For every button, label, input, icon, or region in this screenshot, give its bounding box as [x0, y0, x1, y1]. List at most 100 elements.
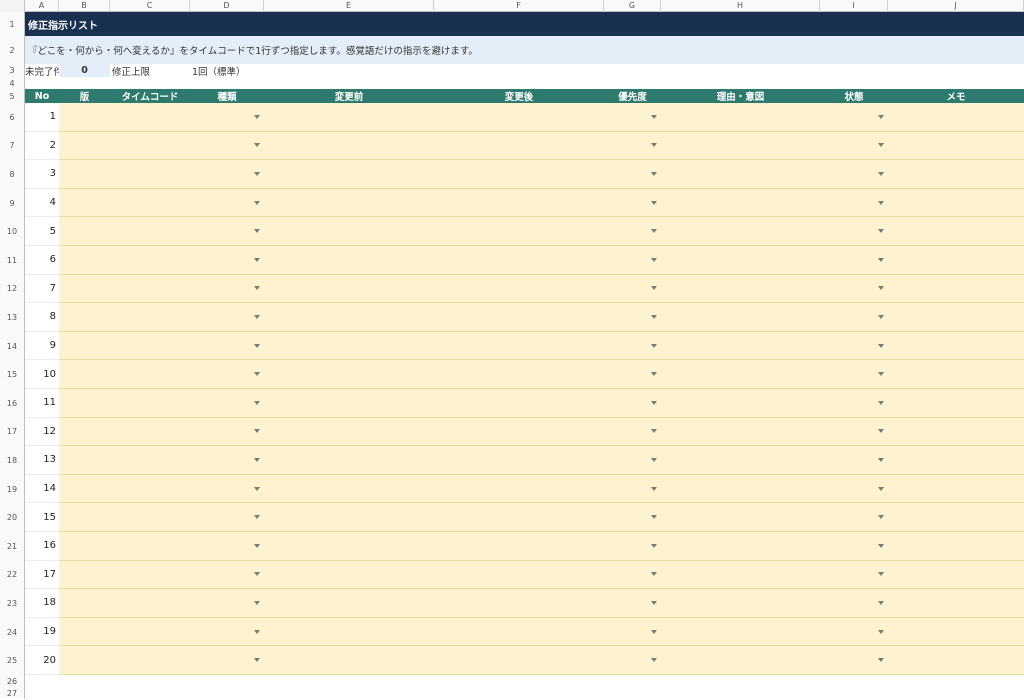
input-cell[interactable] [264, 474, 434, 504]
chevron-down-icon[interactable] [651, 486, 657, 491]
chevron-down-icon[interactable] [878, 629, 884, 634]
status-dropdown-cell[interactable] [820, 217, 888, 246]
chevron-down-icon[interactable] [878, 572, 884, 577]
input-cell[interactable] [661, 131, 820, 161]
chevron-down-icon[interactable] [651, 372, 657, 377]
input-cell[interactable] [661, 389, 820, 418]
type-dropdown-cell[interactable] [190, 103, 264, 132]
input-cell[interactable] [264, 274, 434, 304]
status-dropdown-cell[interactable] [820, 160, 888, 189]
chevron-down-icon[interactable] [651, 143, 657, 148]
type-dropdown-cell[interactable] [190, 389, 264, 418]
input-cell[interactable] [661, 160, 820, 189]
chevron-down-icon[interactable] [878, 171, 884, 176]
input-cell[interactable] [59, 217, 110, 246]
input-cell[interactable] [661, 560, 820, 590]
input-cell[interactable] [59, 331, 110, 361]
input-cell[interactable] [888, 503, 1024, 532]
input-cell[interactable] [661, 217, 820, 246]
input-cell[interactable] [110, 131, 190, 161]
status-dropdown-cell[interactable] [820, 103, 888, 132]
input-cell[interactable] [59, 503, 110, 532]
row-number[interactable]: 5 [0, 89, 25, 103]
revision-limit-value[interactable]: 1回（標準） [192, 64, 246, 78]
chevron-down-icon[interactable] [878, 400, 884, 405]
status-dropdown-cell[interactable] [820, 617, 888, 647]
input-cell[interactable] [888, 188, 1024, 218]
input-cell[interactable] [59, 103, 110, 132]
row-number[interactable]: 17 [0, 417, 25, 447]
input-cell[interactable] [264, 503, 434, 532]
status-dropdown-cell[interactable] [820, 503, 888, 532]
chevron-down-icon[interactable] [878, 457, 884, 462]
input-cell[interactable] [110, 589, 190, 618]
input-cell[interactable] [59, 188, 110, 218]
row-number[interactable]: 11 [0, 246, 25, 275]
status-dropdown-cell[interactable] [820, 646, 888, 675]
type-dropdown-cell[interactable] [190, 160, 264, 189]
chevron-down-icon[interactable] [254, 515, 260, 520]
priority-dropdown-cell[interactable] [604, 103, 661, 132]
chevron-down-icon[interactable] [878, 114, 884, 119]
column-header-e[interactable]: E [264, 0, 434, 12]
chevron-down-icon[interactable] [254, 457, 260, 462]
chevron-down-icon[interactable] [254, 572, 260, 577]
input-cell[interactable] [661, 532, 820, 561]
priority-dropdown-cell[interactable] [604, 217, 661, 246]
incomplete-count-value[interactable]: 0 [59, 64, 110, 77]
input-cell[interactable] [264, 303, 434, 332]
priority-dropdown-cell[interactable] [604, 274, 661, 304]
input-cell[interactable] [59, 131, 110, 161]
type-dropdown-cell[interactable] [190, 217, 264, 246]
input-cell[interactable] [434, 274, 604, 304]
input-cell[interactable] [264, 246, 434, 275]
status-dropdown-cell[interactable] [820, 131, 888, 161]
input-cell[interactable] [264, 188, 434, 218]
row-number[interactable]: 25 [0, 646, 25, 675]
status-dropdown-cell[interactable] [820, 389, 888, 418]
chevron-down-icon[interactable] [254, 343, 260, 348]
row-number[interactable]: 15 [0, 360, 25, 389]
priority-dropdown-cell[interactable] [604, 188, 661, 218]
input-cell[interactable] [264, 331, 434, 361]
input-cell[interactable] [434, 532, 604, 561]
type-dropdown-cell[interactable] [190, 560, 264, 590]
input-cell[interactable] [434, 303, 604, 332]
input-cell[interactable] [110, 217, 190, 246]
type-dropdown-cell[interactable] [190, 589, 264, 618]
input-cell[interactable] [661, 474, 820, 504]
input-cell[interactable] [110, 303, 190, 332]
chevron-down-icon[interactable] [254, 314, 260, 319]
priority-dropdown-cell[interactable] [604, 646, 661, 675]
column-header-d[interactable]: D [190, 0, 264, 12]
row-number[interactable]: 19 [0, 474, 25, 504]
type-dropdown-cell[interactable] [190, 646, 264, 675]
input-cell[interactable] [661, 103, 820, 132]
chevron-down-icon[interactable] [254, 486, 260, 491]
type-dropdown-cell[interactable] [190, 446, 264, 475]
type-dropdown-cell[interactable] [190, 617, 264, 647]
type-dropdown-cell[interactable] [190, 331, 264, 361]
chevron-down-icon[interactable] [651, 343, 657, 348]
input-cell[interactable] [264, 103, 434, 132]
chevron-down-icon[interactable] [651, 629, 657, 634]
chevron-down-icon[interactable] [651, 200, 657, 205]
row-number[interactable]: 7 [0, 131, 25, 161]
chevron-down-icon[interactable] [254, 286, 260, 291]
status-dropdown-cell[interactable] [820, 331, 888, 361]
input-cell[interactable] [661, 503, 820, 532]
priority-dropdown-cell[interactable] [604, 532, 661, 561]
input-cell[interactable] [434, 503, 604, 532]
row-number[interactable]: 18 [0, 446, 25, 475]
chevron-down-icon[interactable] [651, 257, 657, 262]
input-cell[interactable] [110, 474, 190, 504]
input-cell[interactable] [888, 246, 1024, 275]
priority-dropdown-cell[interactable] [604, 331, 661, 361]
chevron-down-icon[interactable] [651, 229, 657, 234]
input-cell[interactable] [110, 188, 190, 218]
type-dropdown-cell[interactable] [190, 303, 264, 332]
input-cell[interactable] [59, 446, 110, 475]
priority-dropdown-cell[interactable] [604, 389, 661, 418]
input-cell[interactable] [661, 188, 820, 218]
chevron-down-icon[interactable] [254, 400, 260, 405]
